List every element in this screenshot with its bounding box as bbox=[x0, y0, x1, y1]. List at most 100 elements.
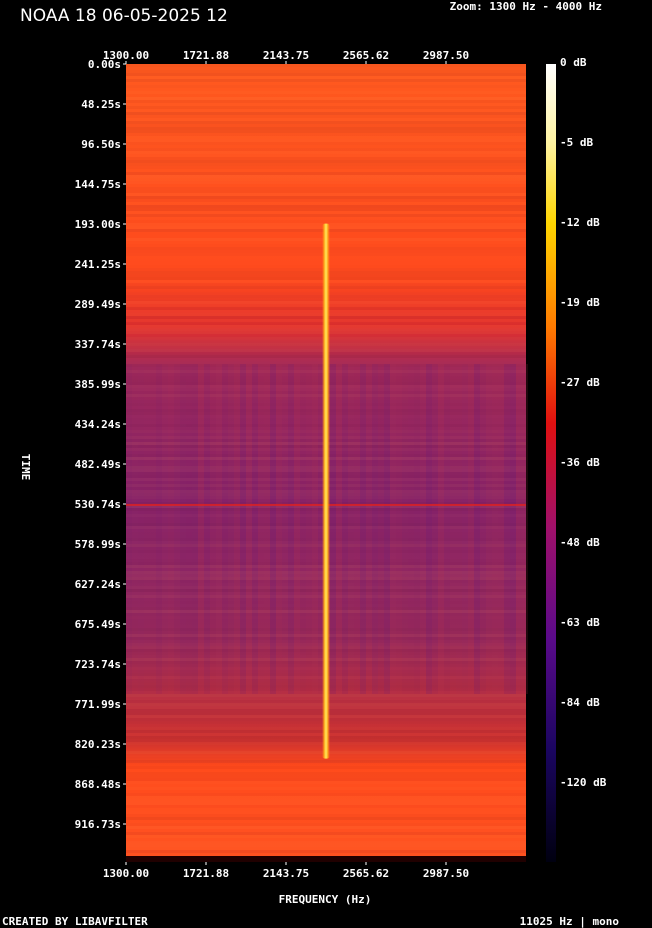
spectrogram-column bbox=[504, 364, 510, 694]
spectrogram-column bbox=[450, 364, 456, 694]
x-tick-label-top: 2565.62 bbox=[343, 49, 389, 62]
spectrogram-band bbox=[126, 106, 526, 109]
spectrogram-band bbox=[126, 766, 526, 769]
spectrogram-band bbox=[126, 151, 526, 154]
x-tick-label-top: 1721.88 bbox=[183, 49, 229, 62]
spectrogram-band bbox=[126, 214, 526, 217]
spectrogram-band bbox=[126, 115, 526, 118]
spectrogram-column bbox=[348, 364, 354, 694]
spectrogram-band bbox=[126, 811, 526, 814]
y-axis: 0.00s 48.25s 96.50s 144.75s 193.00s 241.25s 28… bbox=[75, 58, 126, 831]
spectrogram-column bbox=[480, 364, 486, 694]
spectrogram-column bbox=[396, 364, 402, 694]
spectrogram-band bbox=[126, 112, 526, 115]
y-tick-label: 48.25s bbox=[81, 98, 121, 111]
spectrogram-band bbox=[126, 130, 526, 133]
spectrogram-column bbox=[168, 364, 174, 694]
spectrogram-band bbox=[126, 154, 526, 157]
spectrogram-band bbox=[126, 148, 526, 151]
colorbar-tick-label: -48 dB bbox=[560, 536, 600, 549]
spectrogram-band bbox=[126, 220, 526, 223]
y-tick-label: 193.00s bbox=[75, 218, 121, 231]
spectrogram-column bbox=[342, 364, 348, 694]
y-tick-label: 337.74s bbox=[75, 338, 121, 351]
y-tick-label: 289.49s bbox=[75, 298, 121, 311]
spectrogram-column bbox=[240, 364, 246, 694]
x-axis-top: 1300.00 1721.88 2143.75 2565.62 2987.50 bbox=[103, 49, 469, 64]
spectrogram-column bbox=[156, 364, 162, 694]
spectrogram-column bbox=[462, 364, 468, 694]
spectrogram-column bbox=[180, 364, 186, 694]
x-tick-label-top: 2143.75 bbox=[263, 49, 309, 62]
colorbar-tick-label: -12 dB bbox=[560, 216, 600, 229]
spectrogram-column bbox=[282, 364, 288, 694]
spectrogram-column bbox=[438, 364, 444, 694]
spectrogram-band bbox=[126, 178, 526, 181]
colorbar bbox=[546, 64, 556, 862]
spectrogram-band bbox=[126, 835, 526, 838]
colorbar-tick-label: -63 dB bbox=[560, 616, 600, 629]
spectrogram-column bbox=[378, 364, 384, 694]
spectrogram-band bbox=[126, 826, 526, 829]
spectrogram-column bbox=[498, 364, 504, 694]
spectrogram-column bbox=[330, 364, 336, 694]
spectrogram-band bbox=[126, 91, 526, 94]
spectrogram-band bbox=[126, 838, 526, 841]
spectrogram-column bbox=[144, 364, 150, 694]
spectrogram-band bbox=[126, 814, 526, 817]
spectrogram-column bbox=[210, 364, 216, 694]
spectrogram-column bbox=[138, 364, 144, 694]
spectrogram-column bbox=[270, 364, 276, 694]
spectrogram-band bbox=[126, 784, 526, 787]
spectrogram-band bbox=[126, 841, 526, 844]
spectrogram-column bbox=[132, 364, 138, 694]
spectrogram-column bbox=[444, 364, 450, 694]
spectrogram-band bbox=[126, 205, 526, 208]
spectrogram-band bbox=[126, 142, 526, 145]
spectrogram-column bbox=[456, 364, 462, 694]
plot-bottom-strip bbox=[126, 856, 526, 862]
y-tick-label: 530.74s bbox=[75, 498, 121, 511]
spectrogram-band bbox=[126, 802, 526, 805]
y-tick-label: 96.50s bbox=[81, 138, 121, 151]
spectrogram-band bbox=[126, 778, 526, 781]
colorbar-tick-label: -120 dB bbox=[560, 776, 607, 789]
spectrogram-band bbox=[126, 832, 526, 835]
spectrogram-band bbox=[126, 823, 526, 826]
spectrogram-column bbox=[228, 364, 234, 694]
spectrogram-band bbox=[126, 88, 526, 91]
spectrogram-band bbox=[126, 100, 526, 103]
spectrogram-band bbox=[126, 787, 526, 790]
y-axis-label: TIME bbox=[19, 454, 32, 481]
spectrogram-band bbox=[126, 133, 526, 136]
x-tick-label-bottom: 2987.50 bbox=[423, 867, 469, 880]
spectrogram-column bbox=[126, 364, 132, 694]
spectrogram-band bbox=[126, 136, 526, 139]
spectrogram-band bbox=[126, 790, 526, 793]
spectrogram-band bbox=[126, 139, 526, 142]
colorbar-tick-label: 0 dB bbox=[560, 56, 587, 69]
spectrogram-column bbox=[522, 364, 528, 694]
y-tick-label: 578.99s bbox=[75, 538, 121, 551]
colorbar-tick-label: -27 dB bbox=[560, 376, 600, 389]
spectrogram-band bbox=[126, 103, 526, 106]
spectrogram-column bbox=[186, 364, 192, 694]
y-tick-label: 868.48s bbox=[75, 778, 121, 791]
spectrogram-band bbox=[126, 64, 526, 67]
spectrogram-column bbox=[408, 364, 414, 694]
spectrogram-band bbox=[126, 79, 526, 82]
x-tick-label-bottom: 1300.00 bbox=[103, 867, 149, 880]
colorbar-ticks: 0 dB -5 dB -12 dB -19 dB -27 dB -36 dB -48 dB -… bbox=[560, 56, 607, 789]
spectrogram-column bbox=[474, 364, 480, 694]
y-tick-label: 241.25s bbox=[75, 258, 121, 271]
spectrogram-band bbox=[126, 172, 526, 175]
y-tick-label: 820.23s bbox=[75, 738, 121, 751]
spectrogram-band bbox=[126, 793, 526, 796]
y-tick-label: 916.73s bbox=[75, 818, 121, 831]
spectrogram-band bbox=[126, 769, 526, 772]
spectrogram-band bbox=[126, 169, 526, 172]
y-tick-label: 385.99s bbox=[75, 378, 121, 391]
spectrogram-band bbox=[126, 145, 526, 148]
y-tick-label: 0.00s bbox=[88, 58, 121, 71]
spectrogram-column bbox=[486, 364, 492, 694]
